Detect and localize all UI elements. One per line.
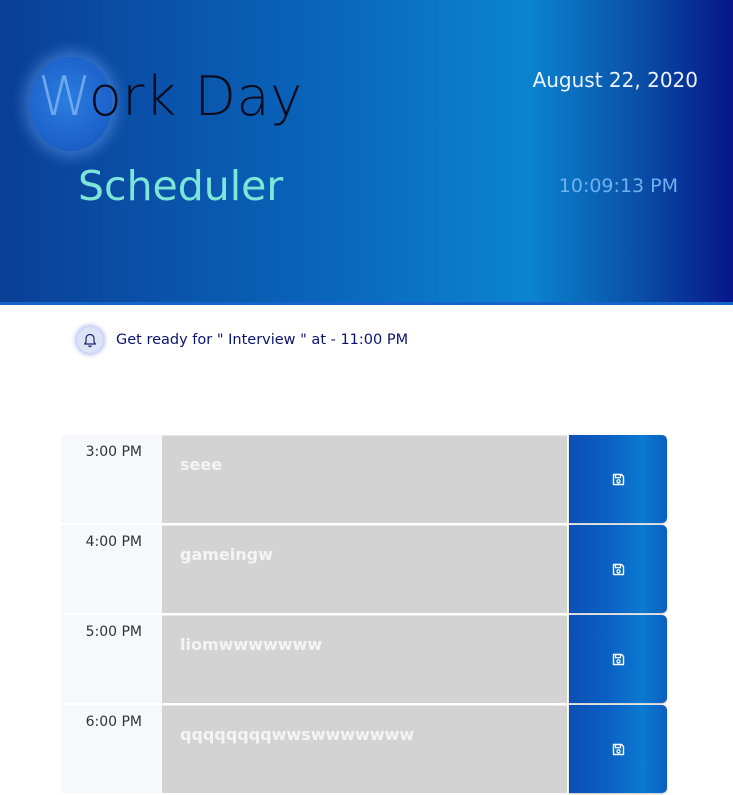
app-title-rest: ork Day — [88, 65, 303, 128]
upcoming-reminder: Get ready for " Interview " at - 11:00 P… — [77, 326, 408, 354]
bell-icon — [77, 327, 103, 353]
current-time: 10:09:13 PM — [558, 175, 678, 197]
task-input[interactable]: gameingw — [162, 525, 567, 613]
app-title-initial: W — [38, 65, 89, 128]
time-block-row: 4:00 PM gameingw — [61, 525, 667, 613]
hour-label: 6:00 PM — [61, 705, 162, 793]
app-title: Work Day — [38, 70, 303, 124]
time-block-row: 6:00 PM qqqqqqqqwwswwwwwww — [61, 705, 667, 793]
task-input[interactable]: seee — [162, 435, 567, 523]
save-button[interactable] — [569, 525, 667, 613]
hour-label: 4:00 PM — [61, 525, 162, 613]
save-button[interactable] — [569, 615, 667, 703]
app-subtitle: Scheduler — [78, 162, 284, 210]
floppy-disk-icon — [612, 743, 624, 755]
task-input[interactable]: liomwwwwwww — [162, 615, 567, 703]
header-banner: Work Day Scheduler August 22, 2020 10:09… — [0, 0, 733, 305]
floppy-disk-icon — [612, 563, 624, 575]
floppy-disk-icon — [612, 653, 624, 665]
floppy-disk-icon — [612, 473, 624, 485]
hour-label: 3:00 PM — [61, 435, 162, 523]
task-input[interactable]: qqqqqqqqwwswwwwwww — [162, 705, 567, 793]
time-block-row: 3:00 PM seee — [61, 435, 667, 523]
time-block-row: 5:00 PM liomwwwwwww — [61, 615, 667, 703]
reminder-text: Get ready for " Interview " at - 11:00 P… — [116, 332, 409, 348]
schedule-list: 3:00 PM seee 4:00 PM gameingw 5:00 PM li… — [61, 435, 667, 795]
save-button[interactable] — [569, 705, 667, 793]
hour-label: 5:00 PM — [61, 615, 162, 703]
save-button[interactable] — [569, 435, 667, 523]
current-date: August 22, 2020 — [532, 68, 698, 92]
